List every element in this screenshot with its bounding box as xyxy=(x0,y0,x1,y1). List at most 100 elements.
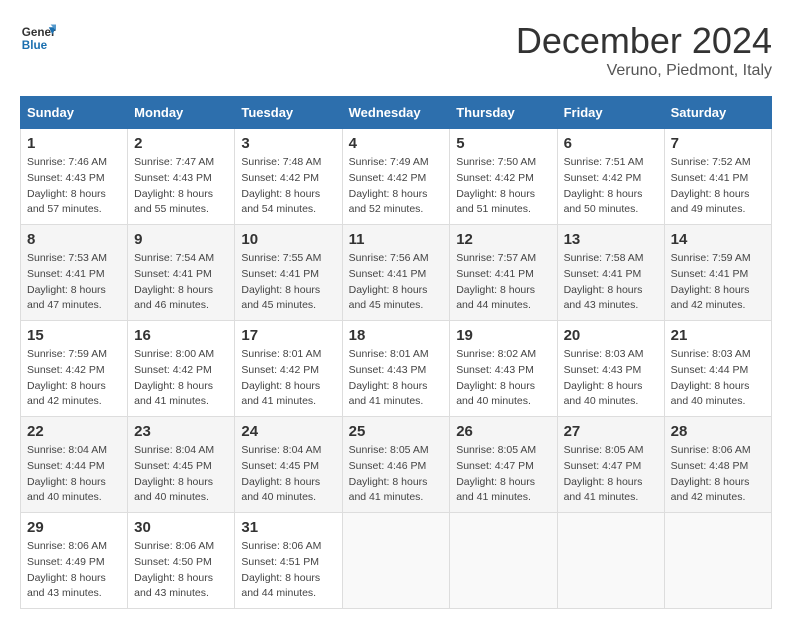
calendar-cell: 25Sunrise: 8:05 AMSunset: 4:46 PMDayligh… xyxy=(342,417,450,513)
day-detail: Sunrise: 8:06 AMSunset: 4:48 PMDaylight:… xyxy=(671,443,765,506)
day-detail: Sunrise: 7:50 AMSunset: 4:42 PMDaylight:… xyxy=(456,155,550,218)
day-detail: Sunrise: 8:04 AMSunset: 4:45 PMDaylight:… xyxy=(241,443,335,506)
calendar-cell: 4 Sunrise: 7:49 AMSunset: 4:42 PMDaylight… xyxy=(342,129,450,225)
logo-icon: General Blue xyxy=(20,20,56,56)
day-number: 21 xyxy=(671,327,765,344)
day-number: 17 xyxy=(241,327,335,344)
weekday-header-tuesday: Tuesday xyxy=(235,97,342,129)
calendar-cell: 22 Sunrise: 8:04 AMSunset: 4:44 PMDayligh… xyxy=(21,417,128,513)
calendar-cell: 15 Sunrise: 7:59 AMSunset: 4:42 PMDayligh… xyxy=(21,321,128,417)
calendar-cell: 9 Sunrise: 7:54 AMSunset: 4:41 PMDaylight… xyxy=(128,225,235,321)
day-number: 24 xyxy=(241,423,335,440)
day-detail: Sunrise: 8:00 AMSunset: 4:42 PMDaylight:… xyxy=(134,347,228,410)
calendar-cell: 30 Sunrise: 8:06 AMSunset: 4:50 PMDayligh… xyxy=(128,513,235,609)
weekday-header-row: SundayMondayTuesdayWednesdayThursdayFrid… xyxy=(21,97,772,129)
page-header: General Blue December 2024 Veruno, Piedm… xyxy=(20,20,772,80)
day-detail: Sunrise: 8:06 AMSunset: 4:51 PMDaylight:… xyxy=(241,539,335,602)
weekday-header-saturday: Saturday xyxy=(664,97,771,129)
day-detail: Sunrise: 7:59 AMSunset: 4:41 PMDaylight:… xyxy=(671,251,765,314)
day-number: 7 xyxy=(671,135,765,152)
day-number: 16 xyxy=(134,327,228,344)
calendar-cell xyxy=(342,513,450,609)
day-detail: Sunrise: 8:04 AMSunset: 4:44 PMDaylight:… xyxy=(27,443,121,506)
day-detail: Sunrise: 7:58 AMSunset: 4:41 PMDaylight:… xyxy=(564,251,658,314)
calendar-cell: 5 Sunrise: 7:50 AMSunset: 4:42 PMDaylight… xyxy=(450,129,557,225)
calendar-cell: 21 Sunrise: 8:03 AMSunset: 4:44 PMDayligh… xyxy=(664,321,771,417)
day-detail: Sunrise: 7:47 AMSunset: 4:43 PMDaylight:… xyxy=(134,155,228,218)
svg-text:Blue: Blue xyxy=(22,39,48,52)
day-number: 29 xyxy=(27,519,121,536)
day-detail: Sunrise: 8:01 AMSunset: 4:42 PMDaylight:… xyxy=(241,347,335,410)
day-number: 18 xyxy=(349,327,444,344)
day-number: 28 xyxy=(671,423,765,440)
day-detail: Sunrise: 7:59 AMSunset: 4:42 PMDaylight:… xyxy=(27,347,121,410)
calendar-cell: 29Sunrise: 8:06 AMSunset: 4:49 PMDayligh… xyxy=(21,513,128,609)
location: Veruno, Piedmont, Italy xyxy=(516,62,772,80)
day-number: 15 xyxy=(27,327,121,344)
day-detail: Sunrise: 7:55 AMSunset: 4:41 PMDaylight:… xyxy=(241,251,335,314)
weekday-header-thursday: Thursday xyxy=(450,97,557,129)
day-number: 30 xyxy=(134,519,228,536)
calendar-cell xyxy=(557,513,664,609)
calendar-cell: 27 Sunrise: 8:05 AMSunset: 4:47 PMDayligh… xyxy=(557,417,664,513)
calendar-cell: 31 Sunrise: 8:06 AMSunset: 4:51 PMDayligh… xyxy=(235,513,342,609)
title-block: December 2024 Veruno, Piedmont, Italy xyxy=(516,20,772,80)
day-number: 11 xyxy=(349,231,444,248)
calendar-cell: 8 Sunrise: 7:53 AMSunset: 4:41 PMDaylight… xyxy=(21,225,128,321)
day-number: 6 xyxy=(564,135,658,152)
day-detail: Sunrise: 7:54 AMSunset: 4:41 PMDaylight:… xyxy=(134,251,228,314)
calendar-cell: 16 Sunrise: 8:00 AMSunset: 4:42 PMDayligh… xyxy=(128,321,235,417)
day-number: 20 xyxy=(564,327,658,344)
calendar-table: SundayMondayTuesdayWednesdayThursdayFrid… xyxy=(20,96,772,609)
calendar-cell: 1 Sunrise: 7:46 AMSunset: 4:43 PMDaylight… xyxy=(21,129,128,225)
day-number: 31 xyxy=(241,519,335,536)
calendar-cell: 26 Sunrise: 8:05 AMSunset: 4:47 PMDayligh… xyxy=(450,417,557,513)
day-number: 5 xyxy=(456,135,550,152)
day-number: 22 xyxy=(27,423,121,440)
weekday-header-friday: Friday xyxy=(557,97,664,129)
calendar-cell: 2 Sunrise: 7:47 AMSunset: 4:43 PMDaylight… xyxy=(128,129,235,225)
day-number: 4 xyxy=(349,135,444,152)
day-number: 8 xyxy=(27,231,121,248)
day-number: 26 xyxy=(456,423,550,440)
day-detail: Sunrise: 8:01 AMSunset: 4:43 PMDaylight:… xyxy=(349,347,444,410)
calendar-cell: 12 Sunrise: 7:57 AMSunset: 4:41 PMDayligh… xyxy=(450,225,557,321)
week-row-5: 29Sunrise: 8:06 AMSunset: 4:49 PMDayligh… xyxy=(21,513,772,609)
calendar-cell: 24 Sunrise: 8:04 AMSunset: 4:45 PMDayligh… xyxy=(235,417,342,513)
day-detail: Sunrise: 7:53 AMSunset: 4:41 PMDaylight:… xyxy=(27,251,121,314)
day-number: 13 xyxy=(564,231,658,248)
calendar-cell xyxy=(450,513,557,609)
day-detail: Sunrise: 7:56 AMSunset: 4:41 PMDaylight:… xyxy=(349,251,444,314)
day-number: 2 xyxy=(134,135,228,152)
day-number: 25 xyxy=(349,423,444,440)
day-number: 12 xyxy=(456,231,550,248)
calendar-cell xyxy=(664,513,771,609)
calendar-cell: 28 Sunrise: 8:06 AMSunset: 4:48 PMDayligh… xyxy=(664,417,771,513)
calendar-cell: 11 Sunrise: 7:56 AMSunset: 4:41 PMDayligh… xyxy=(342,225,450,321)
day-detail: Sunrise: 8:02 AMSunset: 4:43 PMDaylight:… xyxy=(456,347,550,410)
day-detail: Sunrise: 8:03 AMSunset: 4:44 PMDaylight:… xyxy=(671,347,765,410)
logo: General Blue xyxy=(20,20,56,56)
day-number: 10 xyxy=(241,231,335,248)
day-number: 1 xyxy=(27,135,121,152)
day-number: 9 xyxy=(134,231,228,248)
week-row-1: 1 Sunrise: 7:46 AMSunset: 4:43 PMDaylight… xyxy=(21,129,772,225)
day-detail: Sunrise: 7:46 AMSunset: 4:43 PMDaylight:… xyxy=(27,155,121,218)
week-row-4: 22 Sunrise: 8:04 AMSunset: 4:44 PMDayligh… xyxy=(21,417,772,513)
day-detail: Sunrise: 7:49 AMSunset: 4:42 PMDaylight:… xyxy=(349,155,444,218)
calendar-cell: 18 Sunrise: 8:01 AMSunset: 4:43 PMDayligh… xyxy=(342,321,450,417)
day-detail: Sunrise: 7:52 AMSunset: 4:41 PMDaylight:… xyxy=(671,155,765,218)
calendar-cell: 23Sunrise: 8:04 AMSunset: 4:45 PMDayligh… xyxy=(128,417,235,513)
day-detail: Sunrise: 7:48 AMSunset: 4:42 PMDaylight:… xyxy=(241,155,335,218)
calendar-cell: 14 Sunrise: 7:59 AMSunset: 4:41 PMDayligh… xyxy=(664,225,771,321)
weekday-header-sunday: Sunday xyxy=(21,97,128,129)
calendar-cell: 7 Sunrise: 7:52 AMSunset: 4:41 PMDaylight… xyxy=(664,129,771,225)
calendar-cell: 20Sunrise: 8:03 AMSunset: 4:43 PMDayligh… xyxy=(557,321,664,417)
day-detail: Sunrise: 7:57 AMSunset: 4:41 PMDaylight:… xyxy=(456,251,550,314)
day-number: 14 xyxy=(671,231,765,248)
day-number: 19 xyxy=(456,327,550,344)
day-detail: Sunrise: 8:05 AMSunset: 4:47 PMDaylight:… xyxy=(564,443,658,506)
day-number: 27 xyxy=(564,423,658,440)
day-detail: Sunrise: 8:05 AMSunset: 4:47 PMDaylight:… xyxy=(456,443,550,506)
day-detail: Sunrise: 8:06 AMSunset: 4:50 PMDaylight:… xyxy=(134,539,228,602)
